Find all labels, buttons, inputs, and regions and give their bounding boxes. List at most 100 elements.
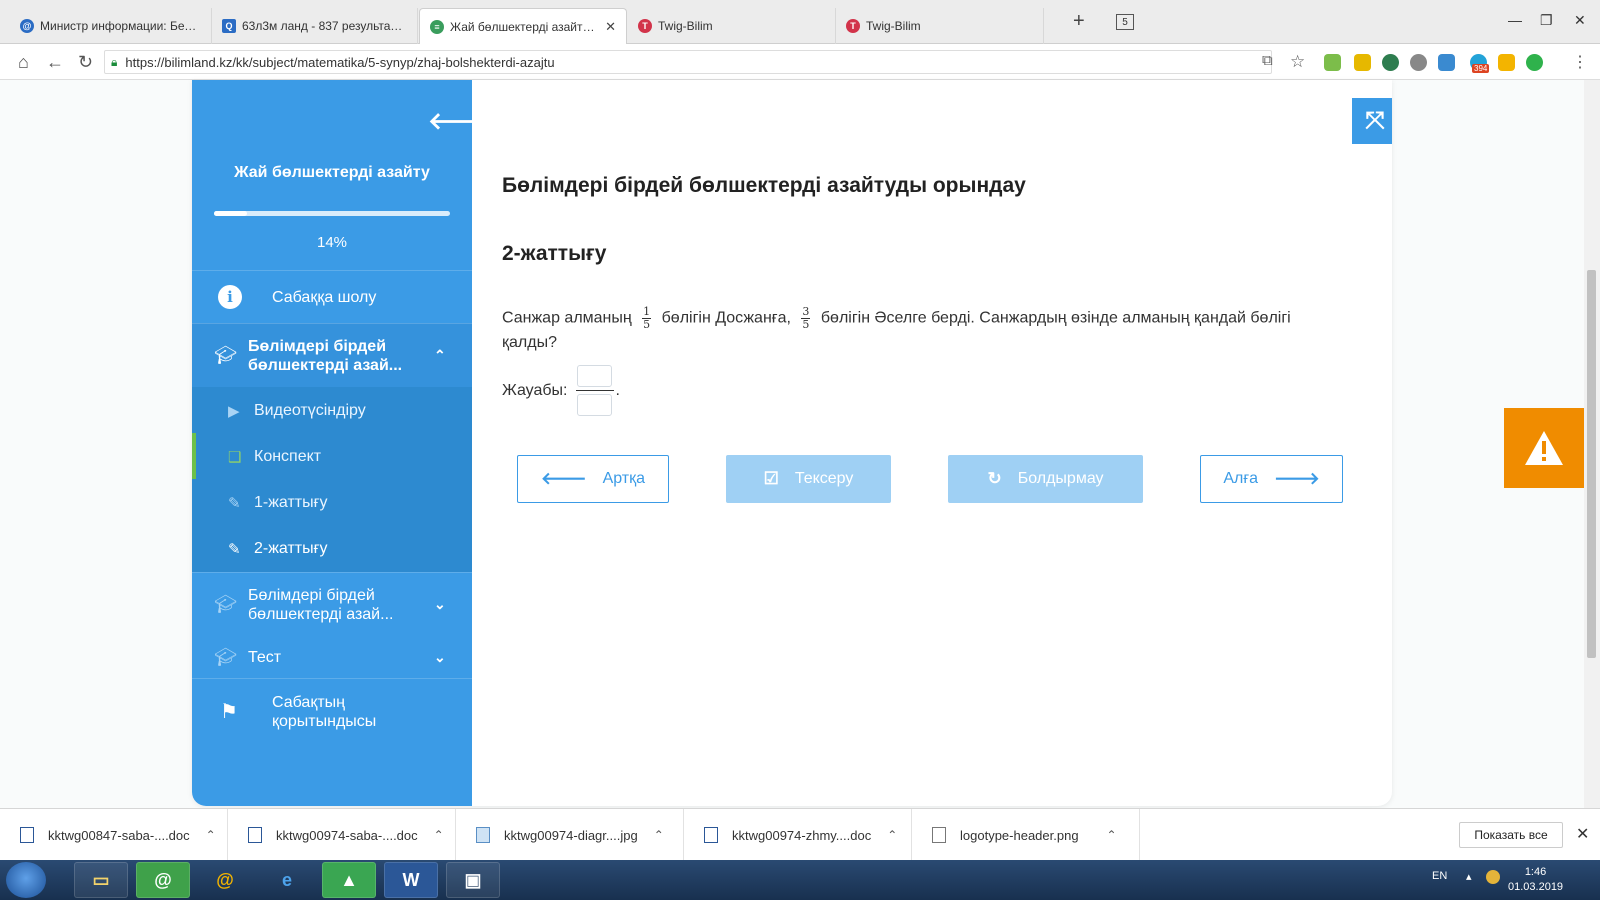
sidebar-section-label: Бөлімдері бірдей бөлшектерді азай... (248, 586, 394, 623)
close-window-icon[interactable]: ✕ (1574, 12, 1586, 29)
sidebar-sub-item-exercise-1[interactable]: ✎ 1-жаттығу (192, 479, 472, 526)
chevron-down-icon[interactable]: ⌄ (434, 596, 446, 613)
graduation-cap-icon: 🎓︎ (214, 594, 237, 614)
download-filename: logotype-header.png (960, 827, 1079, 843)
sidebar-section-2[interactable]: 🎓︎ Бөлімдері бірдей бөлшектерді азай... … (192, 572, 472, 636)
tab-count-icon[interactable]: 5 (1116, 14, 1134, 30)
sidebar-sub-item-notes[interactable]: ❑ Конспект (192, 433, 472, 480)
exercise-panel: ⤧ Бөлімдері бірдей бөлшектерді азайтуды … (472, 80, 1392, 806)
reload-icon[interactable]: ↻ (78, 52, 93, 73)
scrollbar-thumb[interactable] (1587, 270, 1596, 658)
browser-tab[interactable]: Q 63л3м ланд - 837 результатов (212, 8, 418, 44)
fraction-denominator: 5 (643, 318, 651, 331)
download-item[interactable]: kktwg00974-diagr....jpg ⌃ (456, 809, 684, 861)
download-item[interactable]: kktwg00974-saba-....doc ⌃ (228, 809, 456, 861)
chevron-up-icon[interactable]: ⌃ (887, 828, 897, 842)
mail-icon[interactable]: @ (198, 862, 252, 898)
sidebar-section-test[interactable]: 🎓︎ Тест ⌄ (192, 636, 472, 678)
download-item[interactable]: kktwg00847-saba-....doc ⌃ (0, 809, 228, 861)
translate-icon[interactable]: ⧉ (1262, 52, 1273, 69)
address-toolbar: ⌂ ← ↻ 🔒︎ https://bilimland.kz/kk/subject… (0, 44, 1600, 80)
close-tab-icon[interactable]: ✕ (599, 19, 616, 35)
word-icon[interactable]: W (384, 862, 438, 898)
sidebar-section-1[interactable]: 🎓︎ Бөлімдері бірдей бөлшектерді азай... … (192, 323, 472, 387)
browser-tab[interactable]: @ Министр информации: Безопа (10, 8, 212, 44)
sidebar-item-overview[interactable]: i Сабаққа шолу (192, 270, 472, 323)
next-button-label: Алға (1223, 470, 1259, 487)
new-tab-icon[interactable]: + (1073, 10, 1085, 33)
check-button-label: Тексеру (794, 470, 854, 487)
minimize-icon[interactable]: — (1508, 12, 1522, 28)
chevron-up-icon[interactable]: ⌃ (206, 828, 216, 842)
language-indicator[interactable]: EN (1432, 870, 1447, 882)
extension-folder-icon[interactable] (1354, 54, 1371, 71)
internet-explorer-icon[interactable]: e (260, 862, 314, 898)
app-triangle-icon[interactable]: ▲ (322, 862, 376, 898)
undo-button-label: Болдырмау (1017, 470, 1104, 487)
chevron-up-icon[interactable]: ⌃ (434, 347, 446, 364)
book-icon: ❑ (228, 448, 242, 466)
page-scrollbar[interactable] (1584, 80, 1600, 808)
back-icon[interactable]: ← (46, 52, 64, 73)
start-button[interactable] (6, 862, 46, 898)
check-button[interactable]: ☑ Тексеру (726, 455, 891, 503)
sidebar-sub-item-exercise-2[interactable]: ✎ 2-жаттығу (192, 525, 472, 572)
tab-label: Жай бөлшектерді азайту - N (450, 19, 600, 34)
question-text: Санжар алманың 1 5 бөлігін Досжанға, 3 5… (502, 306, 1322, 355)
next-button[interactable]: Алға 🡒 (1200, 455, 1343, 503)
bookmark-star-icon[interactable]: ☆ (1290, 52, 1305, 72)
browser-tab[interactable]: T Twig-Bilim (628, 8, 836, 44)
extension-chat-icon[interactable] (1498, 54, 1515, 71)
undo-button[interactable]: ↻ Болдырмау (948, 455, 1143, 503)
chevron-down-icon[interactable]: ⌄ (434, 649, 446, 666)
downloads-bar: kktwg00847-saba-....doc ⌃ kktwg00974-sab… (0, 808, 1600, 861)
home-icon[interactable]: ⌂ (18, 52, 29, 73)
lock-icon: 🔒︎ (111, 54, 118, 69)
download-item[interactable]: logotype-header.png ⌃ (912, 809, 1140, 861)
browser-menu-icon[interactable]: ⋮ (1572, 52, 1588, 72)
sidebar-item-summary[interactable]: ⚑ Сабақтың қорытындысы (192, 678, 472, 744)
restore-icon[interactable]: ❐ (1540, 12, 1553, 29)
tab-label: Министр информации: Безопа (40, 19, 201, 33)
download-item[interactable]: kktwg00974-zhmy....doc ⌃ (684, 809, 912, 861)
chevron-up-icon[interactable]: ⌃ (434, 828, 444, 842)
extension-menu-icon[interactable] (1526, 54, 1543, 71)
chevron-up-icon[interactable]: ⌃ (1107, 828, 1117, 842)
sidebar-sub-label: 2-жаттығу (254, 539, 328, 557)
browser-tab[interactable]: T Twig-Bilim (836, 8, 1044, 44)
answer-denominator-input[interactable] (577, 394, 612, 416)
chevron-up-icon[interactable]: ▴ (1466, 870, 1472, 883)
close-downloads-icon[interactable]: ✕ (1576, 824, 1589, 844)
arrow-left-icon: 🡐 (540, 469, 587, 488)
mail-agent-icon[interactable]: @ (136, 862, 190, 898)
extension-green-icon[interactable] (1382, 54, 1399, 71)
answer-fraction-bar (575, 390, 614, 391)
sidebar-section-label: Бөлімдері бірдей бөлшектерді азай... (248, 337, 403, 374)
checkbox-icon: ☑ (763, 469, 779, 488)
fraction-numerator: 3 (802, 305, 810, 318)
system-clock[interactable]: 1:46 01.03.2019 (1508, 865, 1563, 895)
show-all-downloads-button[interactable]: Показать все (1459, 822, 1563, 848)
sidebar-sub-item-video[interactable]: ▶ Видеотүсіндіру (192, 387, 472, 434)
network-icon[interactable] (1486, 870, 1500, 884)
url-field[interactable]: 🔒︎ https://bilimland.kz/kk/subject/matem… (104, 50, 1272, 74)
warning-icon (1525, 431, 1563, 465)
fraction-numerator: 1 (643, 305, 651, 318)
extension-sync-icon[interactable] (1438, 54, 1455, 71)
download-filename: kktwg00974-zhmy....doc (732, 827, 872, 843)
browser-tab-active[interactable]: ≡ Жай бөлшектерді азайту - N ✕ (419, 8, 627, 44)
file-explorer-icon[interactable]: ▭ (74, 862, 128, 898)
extension-globe-icon[interactable] (1410, 54, 1427, 71)
download-filename: kktwg00974-saba-....doc (276, 827, 418, 843)
extension-clip-icon[interactable] (1324, 54, 1341, 71)
fullscreen-expand-icon[interactable]: ⤧ (1352, 98, 1392, 144)
lesson-progress-label: 14% (316, 234, 348, 251)
report-error-button[interactable] (1504, 408, 1584, 488)
image-viewer-icon[interactable]: ▣ (446, 862, 500, 898)
back-button[interactable]: 🡐 Артқа (517, 455, 669, 503)
download-filename: kktwg00974-diagr....jpg (504, 827, 638, 843)
word-file-icon (248, 827, 262, 843)
chevron-up-icon[interactable]: ⌃ (654, 828, 664, 842)
page-title: Бөлімдері бірдей бөлшектерді азайтуды ор… (502, 174, 1026, 197)
answer-numerator-input[interactable] (577, 365, 612, 387)
